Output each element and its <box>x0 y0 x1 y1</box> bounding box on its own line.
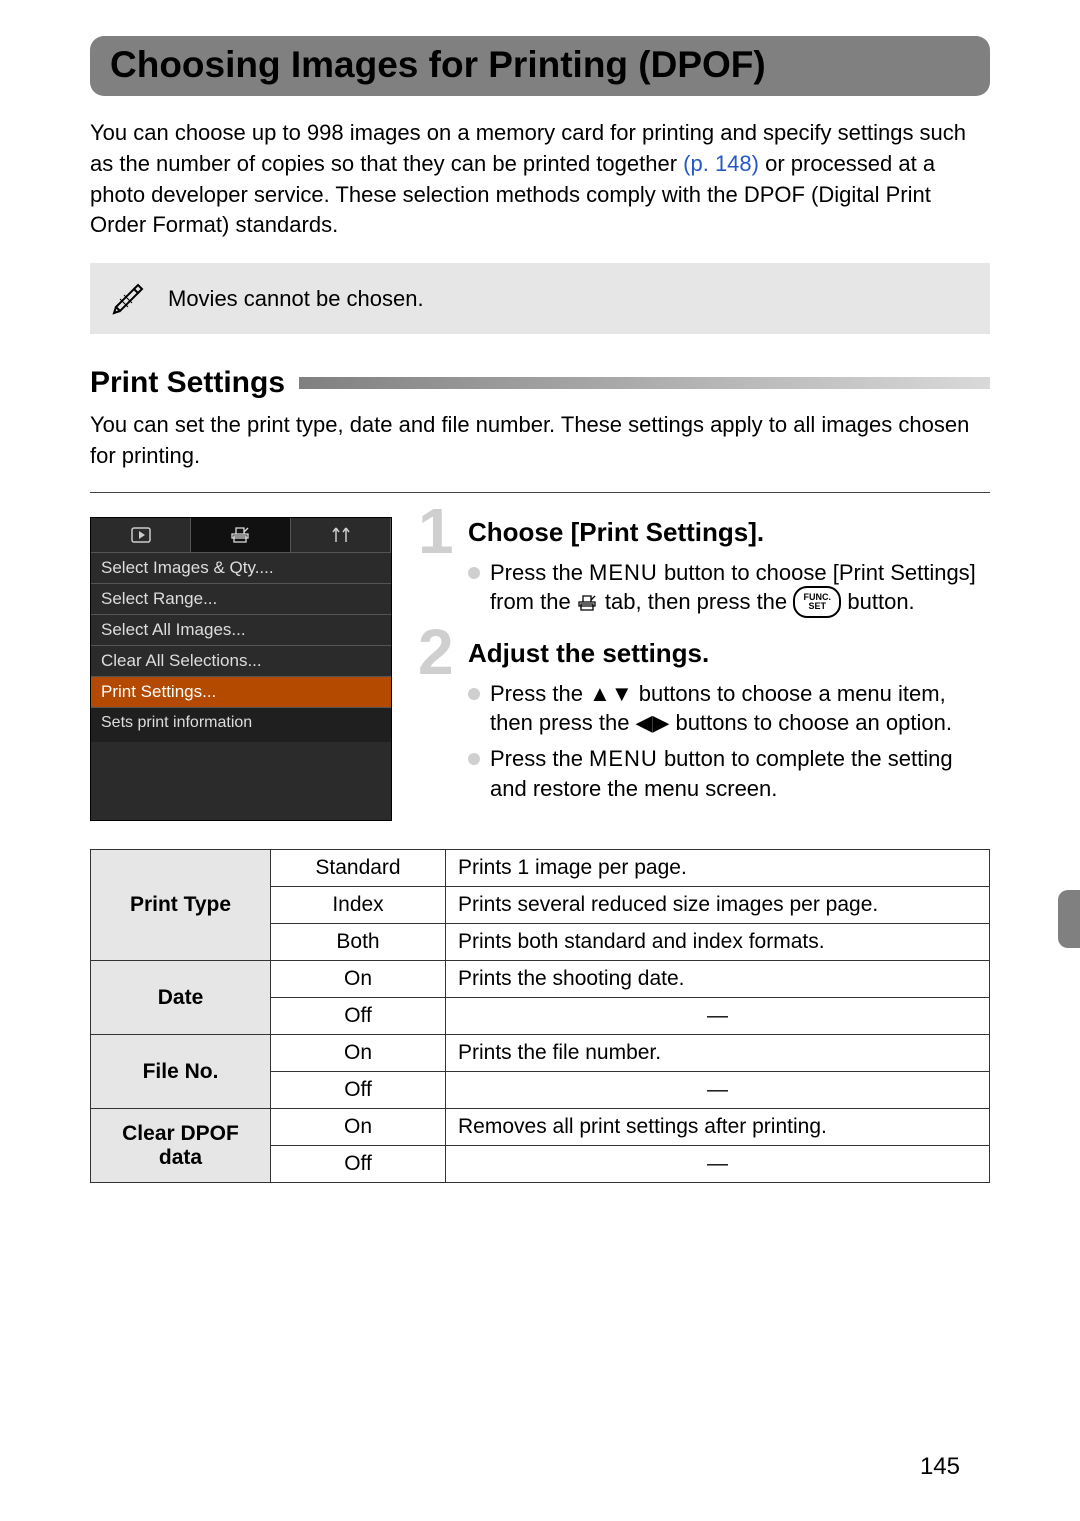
step-number-2: 2 <box>418 620 454 684</box>
table-row: Print Type Standard Prints 1 image per p… <box>91 850 990 887</box>
separator <box>90 492 990 493</box>
lcd-row-1: Select Range... <box>91 584 391 615</box>
cat-print-type: Print Type <box>91 850 271 961</box>
section-heading-text: Print Settings <box>90 366 285 400</box>
desc-date-off: — <box>446 998 990 1035</box>
opt-fileno-off: Off <box>271 1072 446 1109</box>
lcd-row-0: Select Images & Qty.... <box>91 553 391 584</box>
desc-fileno-off: — <box>446 1072 990 1109</box>
section-heading: Print Settings <box>90 366 990 400</box>
lcd-row-3: Clear All Selections... <box>91 646 391 677</box>
menu-label: MENU <box>589 560 658 585</box>
print-settings-table: Print Type Standard Prints 1 image per p… <box>90 849 990 1183</box>
opt-date-off: Off <box>271 998 446 1035</box>
pencil-icon <box>108 275 150 322</box>
page-title-bar: Choosing Images for Printing (DPOF) <box>90 36 990 96</box>
page-ref-link[interactable]: (p. 148) <box>683 151 759 176</box>
step-1-title: Choose [Print Settings]. <box>468 517 990 548</box>
camera-menu-screenshot: Select Images & Qty.... Select Range... … <box>90 517 392 822</box>
left-right-arrow-icon: ◀▶ <box>636 710 670 735</box>
desc-clear-on: Removes all print settings after printin… <box>446 1109 990 1146</box>
up-down-arrow-icon: ▲▼ <box>589 681 633 706</box>
lcd-tab-tools <box>291 518 391 552</box>
lcd-row-2: Select All Images... <box>91 615 391 646</box>
table-row: File No. On Prints the file number. <box>91 1035 990 1072</box>
opt-index: Index <box>271 887 446 924</box>
lcd-tab-print <box>191 518 291 552</box>
step-2: 2 Adjust the settings. Press the ▲▼ butt… <box>432 638 990 804</box>
step-1-bullet-1: Press the MENU button to choose [Print S… <box>468 558 990 620</box>
page-number: 145 <box>920 1453 960 1481</box>
opt-clear-off: Off <box>271 1146 446 1183</box>
intro-paragraph: You can choose up to 998 images on a mem… <box>90 118 990 241</box>
desc-index: Prints several reduced size images per p… <box>446 887 990 924</box>
page-title: Choosing Images for Printing (DPOF) <box>110 44 970 86</box>
opt-fileno-on: On <box>271 1035 446 1072</box>
step-1: 1 Choose [Print Settings]. Press the MEN… <box>432 517 990 620</box>
step-2-bullet-2: Press the MENU button to complete the se… <box>468 744 990 803</box>
step-2-bullet-1: Press the ▲▼ buttons to choose a menu it… <box>468 679 990 738</box>
opt-clear-on: On <box>271 1109 446 1146</box>
note-box: Movies cannot be chosen. <box>90 263 990 334</box>
table-row: Date On Prints the shooting date. <box>91 961 990 998</box>
print-tab-icon <box>577 589 599 614</box>
lcd-tab-play <box>91 518 191 552</box>
opt-date-on: On <box>271 961 446 998</box>
table-row: Clear DPOF data On Removes all print set… <box>91 1109 990 1146</box>
opt-both: Both <box>271 924 446 961</box>
cat-cleardpof: Clear DPOF data <box>91 1109 271 1183</box>
side-thumb-tab <box>1058 890 1080 948</box>
desc-clear-off: — <box>446 1146 990 1183</box>
func-set-button-icon: FUNC.SET <box>793 586 841 618</box>
lcd-hint: Sets print information <box>91 708 391 742</box>
cat-fileno: File No. <box>91 1035 271 1109</box>
section-heading-rule <box>299 377 990 389</box>
step-2-title: Adjust the settings. <box>468 638 990 669</box>
desc-standard: Prints 1 image per page. <box>446 850 990 887</box>
note-text: Movies cannot be chosen. <box>168 286 424 312</box>
opt-standard: Standard <box>271 850 446 887</box>
section-description: You can set the print type, date and fil… <box>90 410 990 472</box>
desc-date-on: Prints the shooting date. <box>446 961 990 998</box>
lcd-row-4: Print Settings... <box>91 677 391 708</box>
desc-both: Prints both standard and index formats. <box>446 924 990 961</box>
menu-label: MENU <box>589 746 658 771</box>
desc-fileno-on: Prints the file number. <box>446 1035 990 1072</box>
step-number-1: 1 <box>418 499 454 563</box>
cat-date: Date <box>91 961 271 1035</box>
